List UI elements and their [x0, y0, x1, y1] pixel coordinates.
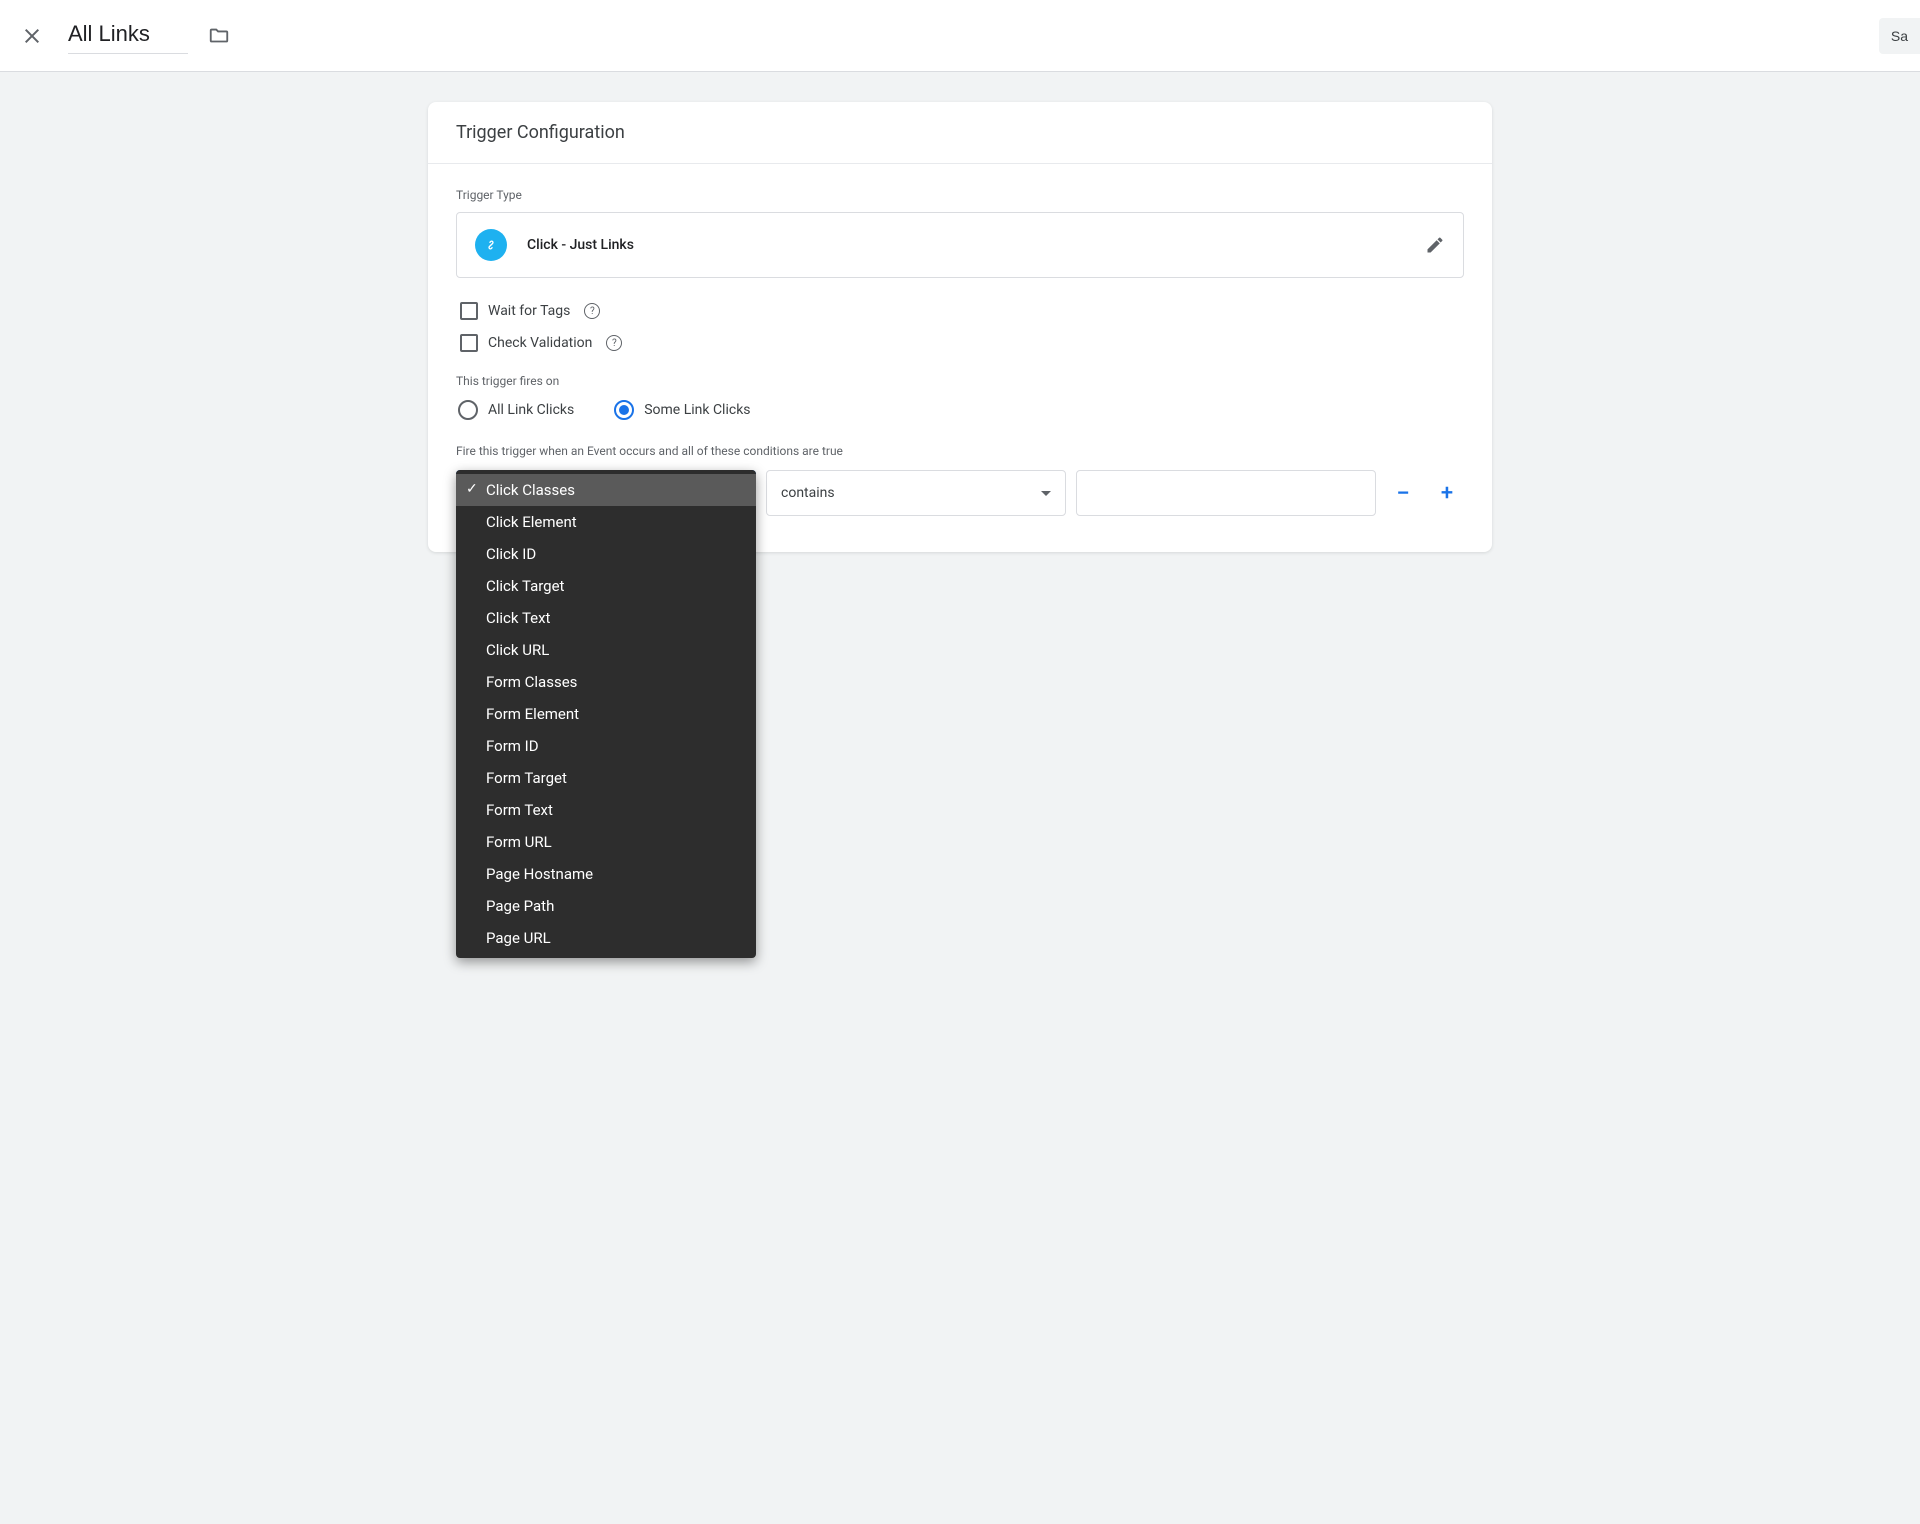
variable-menu-item[interactable]: Page Hostname: [456, 858, 756, 890]
trigger-type-name: Click - Just Links: [527, 237, 634, 253]
variable-dropdown-menu: Click ClassesClick ElementClick IDClick …: [456, 470, 756, 958]
help-icon[interactable]: ?: [606, 335, 622, 351]
radio-some-link-clicks[interactable]: Some Link Clicks: [614, 400, 750, 420]
radio-all-label: All Link Clicks: [488, 402, 574, 418]
variable-menu-item[interactable]: Form Target: [456, 762, 756, 794]
condition-operator-dropdown[interactable]: contains: [766, 470, 1066, 516]
variable-menu-item[interactable]: Click Classes: [456, 474, 756, 506]
check-validation-checkbox[interactable]: [460, 334, 478, 352]
variable-menu-item[interactable]: Click Target: [456, 570, 756, 602]
folder-icon[interactable]: [208, 25, 230, 47]
check-validation-label: Check Validation: [488, 335, 592, 351]
variable-menu-item[interactable]: Form URL: [456, 826, 756, 858]
link-icon: [475, 229, 507, 261]
condition-operator-value: contains: [781, 485, 835, 501]
variable-menu-item[interactable]: Form Text: [456, 794, 756, 826]
radio-some-label: Some Link Clicks: [644, 402, 750, 418]
trigger-type-label: Trigger Type: [456, 188, 1464, 202]
edit-pencil-icon[interactable]: [1425, 235, 1445, 255]
variable-menu-item[interactable]: Form ID: [456, 730, 756, 762]
add-condition-button[interactable]: +: [1430, 476, 1464, 510]
wait-for-tags-label: Wait for Tags: [488, 303, 570, 319]
close-icon[interactable]: [20, 24, 44, 48]
variable-menu-item[interactable]: Page URL: [456, 922, 756, 954]
variable-menu-item[interactable]: Click URL: [456, 634, 756, 666]
variable-menu-item[interactable]: Click ID: [456, 538, 756, 570]
wait-for-tags-checkbox[interactable]: [460, 302, 478, 320]
card-title: Trigger Configuration: [428, 102, 1492, 164]
fires-on-label: This trigger fires on: [456, 374, 1464, 388]
save-button[interactable]: Sa: [1879, 18, 1920, 54]
variable-menu-item[interactable]: Form Classes: [456, 666, 756, 698]
trigger-name-input[interactable]: [68, 17, 188, 54]
variable-menu-item[interactable]: Click Element: [456, 506, 756, 538]
chevron-down-icon: [1041, 491, 1051, 496]
conditions-label: Fire this trigger when an Event occurs a…: [456, 444, 1464, 458]
variable-menu-item[interactable]: Page Path: [456, 890, 756, 922]
variable-menu-item[interactable]: Click Text: [456, 602, 756, 634]
radio-all-link-clicks[interactable]: All Link Clicks: [458, 400, 574, 420]
check-validation-row: Check Validation ?: [456, 334, 1464, 352]
top-bar: Sa: [0, 0, 1920, 72]
wait-for-tags-row: Wait for Tags ?: [456, 302, 1464, 320]
variable-menu-item[interactable]: Form Element: [456, 698, 756, 730]
help-icon[interactable]: ?: [584, 303, 600, 319]
remove-condition-button[interactable]: −: [1386, 476, 1420, 510]
trigger-type-selector[interactable]: Click - Just Links: [456, 212, 1464, 278]
condition-value-input[interactable]: [1076, 470, 1376, 516]
